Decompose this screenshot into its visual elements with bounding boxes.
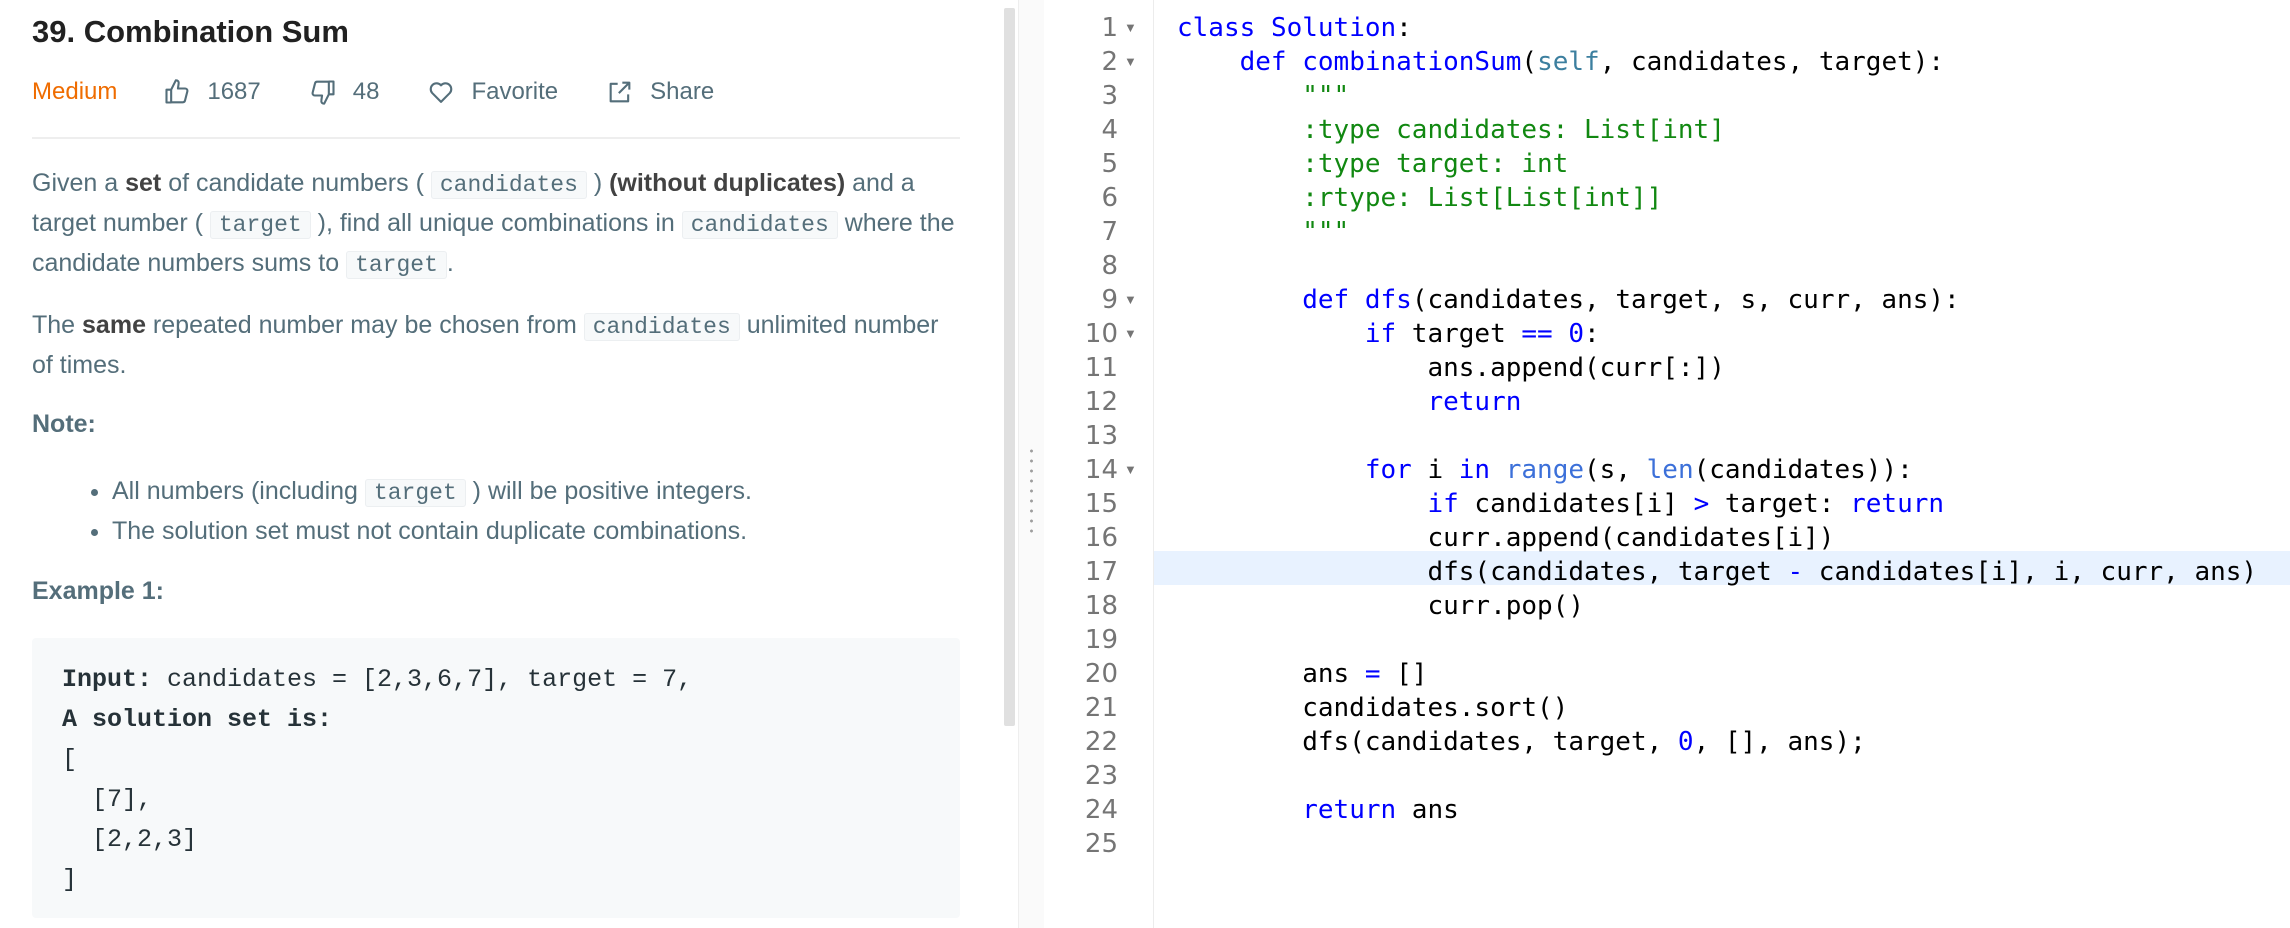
line-number: 4 bbox=[1101, 115, 1118, 145]
note-heading: Note: bbox=[32, 410, 96, 438]
like-count: 1687 bbox=[207, 78, 261, 105]
line-number: 16 bbox=[1084, 523, 1118, 553]
code-line-1: class Solution: bbox=[1177, 13, 1412, 43]
divider bbox=[32, 137, 960, 139]
description-paragraph-1: Given a set of candidate numbers ( candi… bbox=[32, 169, 955, 279]
code-line-24: return ans bbox=[1302, 795, 1459, 825]
line-number: 1 bbox=[1101, 13, 1118, 43]
fold-arrow-icon[interactable]: ▼ bbox=[1124, 45, 1138, 79]
emphasis-without-duplicates: (without duplicates) bbox=[609, 169, 846, 197]
example-heading: Example 1: bbox=[32, 577, 165, 605]
inline-code-target: target bbox=[209, 211, 311, 239]
fold-arrow-icon[interactable]: ▼ bbox=[1124, 11, 1138, 45]
line-number: 13 bbox=[1084, 421, 1118, 451]
share-label: Share bbox=[650, 78, 715, 105]
line-number: 7 bbox=[1101, 217, 1118, 247]
line-number: 17 bbox=[1084, 557, 1118, 587]
share-button[interactable]: Share bbox=[606, 78, 714, 106]
problem-meta-bar: Medium 1687 48 Favorite Share bbox=[32, 74, 762, 110]
emphasis-set: set bbox=[125, 169, 162, 197]
favorite-label: Favorite bbox=[471, 78, 559, 105]
share-icon bbox=[609, 81, 631, 103]
description-paragraph-2: The same repeated number may be chosen f… bbox=[32, 311, 939, 379]
line-number: 5 bbox=[1101, 149, 1118, 179]
fold-arrow-icon[interactable]: ▼ bbox=[1124, 317, 1138, 351]
fold-arrow-icon[interactable]: ▼ bbox=[1124, 283, 1138, 317]
code-line-3: """ bbox=[1177, 81, 1350, 111]
line-number: 8 bbox=[1101, 251, 1118, 281]
favorite-button[interactable]: Favorite bbox=[427, 78, 558, 106]
line-number: 18 bbox=[1084, 591, 1118, 621]
like-button[interactable]: 1687 bbox=[163, 78, 261, 106]
code-line-4: :type candidates: List[int] bbox=[1177, 115, 1725, 145]
line-number: 23 bbox=[1084, 761, 1118, 791]
drag-handle-icon bbox=[1030, 446, 1033, 536]
thumbs-down-icon bbox=[311, 80, 335, 105]
problem-scrollbar[interactable] bbox=[1004, 8, 1015, 726]
dislike-count: 48 bbox=[352, 78, 380, 105]
note-item: All numbers (including target ) will be … bbox=[112, 472, 960, 512]
line-number: 10 bbox=[1084, 319, 1118, 349]
code-line-18: curr.pop() bbox=[1177, 591, 1584, 621]
dislike-button[interactable]: 48 bbox=[309, 78, 380, 106]
problem-panel: 39. Combination Sum Medium 1687 48 Favor… bbox=[0, 0, 1000, 928]
code-line-17: dfs(candidates, target - candidates[i], … bbox=[1177, 557, 2258, 587]
code-line-16: curr.append(candidates[i]) bbox=[1177, 523, 1835, 553]
inline-code-target: target bbox=[346, 251, 447, 279]
example-code-block: Input: candidates = [2,3,6,7], target = … bbox=[32, 638, 960, 918]
code-line-20: ans = [] bbox=[1177, 659, 1428, 689]
heart-icon bbox=[430, 82, 453, 103]
difficulty-badge: Medium bbox=[32, 78, 118, 105]
code-line-9: def dfs(candidates, target, s, curr, ans… bbox=[1302, 285, 1960, 315]
code-line-11: ans.append(curr[:]) bbox=[1177, 353, 1725, 383]
code-line-14: for i in range(s, len(candidates)): bbox=[1364, 455, 1913, 485]
panel-resize-handle[interactable] bbox=[1018, 0, 1046, 928]
fold-arrow-icon[interactable]: ▼ bbox=[1124, 453, 1138, 487]
code-line-15: if candidates[i] > target: return bbox=[1427, 489, 1945, 519]
note-list: All numbers (including target ) will be … bbox=[32, 472, 960, 550]
line-number: 6 bbox=[1101, 183, 1118, 213]
line-number: 12 bbox=[1084, 387, 1118, 417]
line-number: 15 bbox=[1084, 489, 1118, 519]
code-line-6: :rtype: List[List[int]] bbox=[1177, 183, 1663, 213]
example-input-label: Input: bbox=[62, 665, 153, 694]
thumbs-up-icon bbox=[165, 79, 189, 104]
inline-code-candidates: candidates bbox=[583, 313, 740, 341]
line-number: 20 bbox=[1084, 659, 1118, 689]
code-line-22: dfs(candidates, target, 0, [], ans); bbox=[1177, 727, 1866, 757]
code-line-12: return bbox=[1427, 387, 1522, 417]
line-number: 19 bbox=[1084, 625, 1118, 655]
example-input-value: candidates = [2,3,6,7], target = 7, bbox=[152, 665, 693, 694]
code-line-10: if target == 0: bbox=[1364, 319, 1600, 349]
inline-code-candidates: candidates bbox=[430, 171, 587, 199]
line-number: 21 bbox=[1084, 693, 1118, 723]
line-number: 2 bbox=[1101, 47, 1118, 77]
example-solution-label: A solution set is: bbox=[62, 705, 333, 734]
problem-title: 39. Combination Sum bbox=[32, 14, 349, 49]
line-number: 22 bbox=[1084, 727, 1118, 757]
line-number: 9 bbox=[1101, 285, 1118, 315]
line-number: 25 bbox=[1084, 829, 1118, 859]
note-item: The solution set must not contain duplic… bbox=[112, 512, 960, 550]
code-line-5: :type target: int bbox=[1177, 149, 1569, 179]
code-line-21: candidates.sort() bbox=[1177, 693, 1569, 723]
line-number: 11 bbox=[1084, 353, 1118, 383]
line-number: 14 bbox=[1084, 455, 1118, 485]
emphasis-same: same bbox=[82, 311, 146, 339]
line-number-gutter: 1 ▼ 2 ▼ 3 4 5 6 7 8 9 ▼ 10 ▼ 11 12 13 14 ▼ 15 16 17 18 19 20 21 22… bbox=[1044, 0, 1154, 928]
code-line-7: """ bbox=[1177, 217, 1350, 247]
inline-code-candidates: candidates bbox=[681, 211, 838, 239]
code-editor[interactable]: 1 ▼ 2 ▼ 3 4 5 6 7 8 9 ▼ 10 ▼ 11 12 13 14 ▼ 15 16 17 18 19 20 21 22… bbox=[1044, 0, 2290, 928]
line-number: 24 bbox=[1084, 795, 1118, 825]
line-number: 3 bbox=[1101, 81, 1118, 111]
inline-code-target: target bbox=[364, 479, 466, 507]
code-line-2: def combinationSum(self, candidates, tar… bbox=[1239, 47, 1945, 77]
